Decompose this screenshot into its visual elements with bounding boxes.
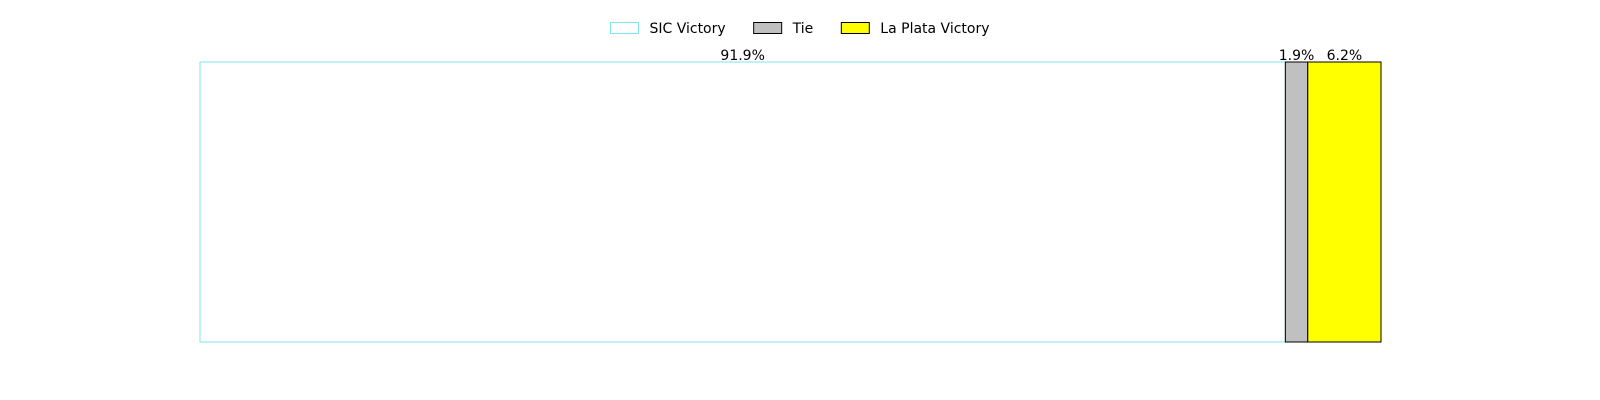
legend-swatch-0 <box>609 22 639 34</box>
legend-item-0: SIC Victory <box>609 21 726 37</box>
value-label-2: 6.2% <box>1327 48 1363 64</box>
legend-item-1: Tie <box>753 21 814 37</box>
legend-swatch-1 <box>753 22 783 34</box>
bar-segment-0 <box>199 61 1286 343</box>
bar-segment-2 <box>1307 61 1382 343</box>
legend-label-2: La Plata Victory <box>880 21 989 37</box>
legend-label-0: SIC Victory <box>649 21 725 37</box>
bar-segment-1 <box>1284 61 1309 343</box>
legend: SIC Victory Tie La Plata Victory <box>609 21 990 37</box>
value-label-1: 1.9% <box>1279 48 1315 64</box>
value-label-0: 91.9% <box>720 48 764 64</box>
legend-swatch-2 <box>840 22 870 34</box>
stacked-bar-chart: SIC Victory Tie La Plata Victory 91.9% 1.9%… <box>199 21 1382 343</box>
legend-label-1: Tie <box>792 21 814 37</box>
bar-segments <box>199 61 1382 343</box>
legend-item-2: La Plata Victory <box>840 21 990 37</box>
